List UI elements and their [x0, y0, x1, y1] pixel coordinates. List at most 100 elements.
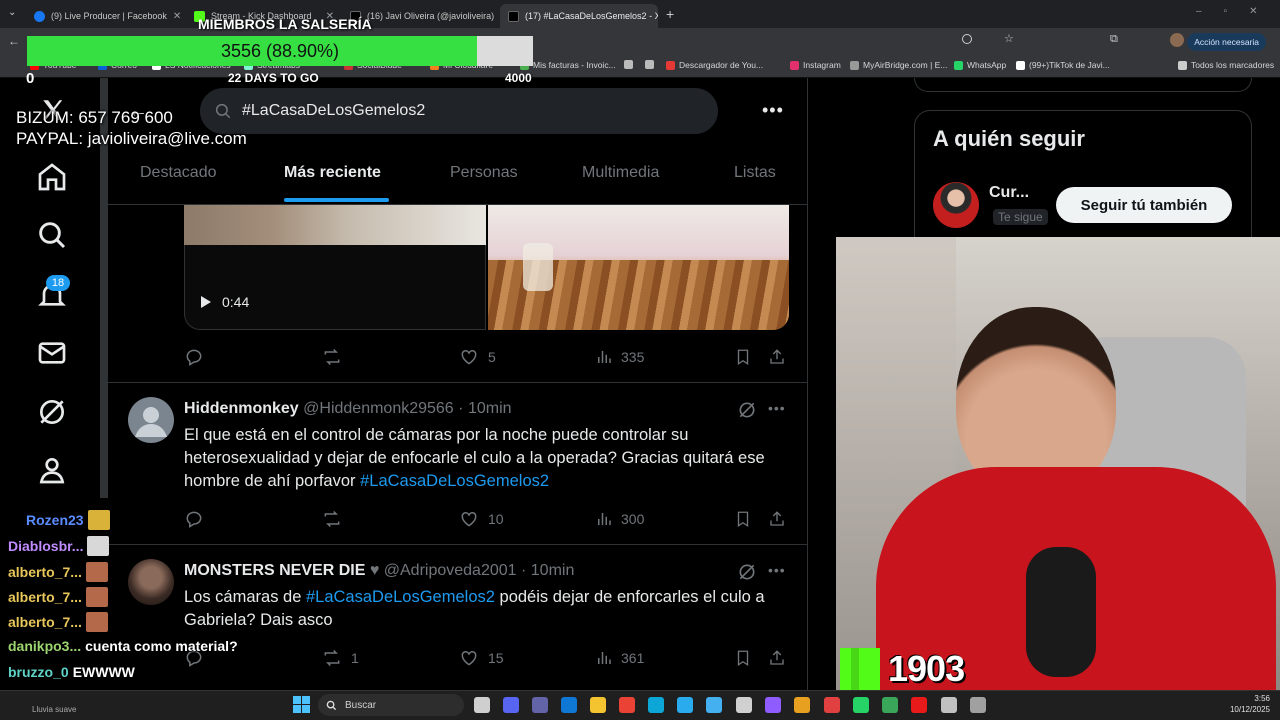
chat-username[interactable]: alberto_7... — [8, 614, 82, 630]
telegram-icon[interactable] — [677, 697, 693, 713]
hashtag-link[interactable]: #LaCasaDeLosGemelos2 — [360, 472, 549, 490]
chat-username[interactable]: bruzzo_0 — [8, 664, 69, 680]
chat-username[interactable]: alberto_7... — [8, 589, 82, 605]
tab-destacado[interactable]: Destacado — [140, 164, 217, 182]
app-icon[interactable] — [794, 697, 810, 713]
bookmark-item[interactable]: (99+)TikTok de Javi... — [1016, 60, 1110, 70]
repost-button[interactable] — [321, 347, 343, 367]
app-icon[interactable] — [706, 697, 722, 713]
obs-icon[interactable] — [736, 697, 752, 713]
bookmark-item[interactable] — [624, 60, 633, 69]
browser-tab-x-search[interactable]: (17) #LaCasaDeLosGemelos2 - X ✕ — [500, 4, 658, 28]
chat-username[interactable]: Diablosbr... — [8, 538, 83, 554]
more-options-icon[interactable]: ••• — [762, 100, 784, 121]
bookmark-item[interactable]: Descargador de You... — [666, 60, 763, 70]
repost-button[interactable] — [321, 509, 343, 529]
chat-username[interactable]: danikpo3... — [8, 638, 81, 654]
new-tab-button[interactable]: + — [666, 6, 674, 22]
explore-search-icon[interactable] — [36, 219, 68, 251]
views-button[interactable]: 361 — [595, 648, 644, 668]
app-icon[interactable] — [970, 697, 986, 713]
file-explorer-icon[interactable] — [590, 697, 606, 713]
bookmark-favicon-icon — [645, 60, 654, 69]
tab-search-button[interactable]: ⌄ — [8, 7, 22, 21]
action-needed-button[interactable]: Acción necesaria — [1187, 33, 1266, 51]
post-more-icon[interactable]: ••• — [768, 562, 786, 578]
browser-tab-facebook[interactable]: (9) Live Producer | Facebook ✕ — [26, 4, 186, 28]
avatar[interactable] — [128, 397, 174, 443]
post-time[interactable]: 10min — [531, 562, 575, 579]
app-icon[interactable] — [824, 697, 840, 713]
grok-icon[interactable] — [737, 562, 757, 582]
tab-mas-reciente[interactable]: Más reciente — [284, 164, 381, 182]
bookmark-item[interactable]: Mis facturas - Invoic... — [520, 60, 616, 70]
search-icon — [215, 103, 231, 119]
windows-start-icon[interactable] — [293, 696, 310, 713]
post-time[interactable]: 10min — [468, 400, 512, 417]
like-button[interactable]: 15 — [458, 648, 504, 668]
post-more-icon[interactable]: ••• — [768, 400, 786, 416]
acrobat-icon[interactable] — [911, 697, 927, 713]
share-button[interactable] — [768, 347, 786, 367]
bookmark-item[interactable]: Instagram — [790, 60, 841, 70]
taskbar-search[interactable]: Buscar — [318, 694, 464, 716]
star-icon[interactable]: ☆ — [1004, 32, 1014, 45]
heart-icon: ♥ — [369, 562, 380, 579]
author-handle[interactable]: @Hiddenmonk29566 — [303, 400, 454, 417]
views-button[interactable]: 300 — [595, 509, 644, 529]
zoom-icon[interactable] — [962, 34, 972, 44]
system-clock[interactable]: 3:56 10/12/2025 — [1230, 693, 1270, 715]
chat-message: alberto_7... — [8, 612, 108, 632]
discord-icon[interactable] — [503, 697, 519, 713]
video-duration[interactable]: 0:44 — [200, 294, 249, 310]
chat-username[interactable]: Rozen23 — [26, 512, 84, 528]
bookmark-button[interactable] — [734, 648, 752, 668]
bookmark-button[interactable] — [734, 509, 752, 529]
tab-listas[interactable]: Listas — [734, 164, 776, 182]
grok-icon[interactable] — [737, 400, 757, 420]
avatar[interactable] — [933, 182, 979, 228]
author-name[interactable]: Hiddenmonkey — [184, 400, 299, 417]
bookmark-item[interactable]: MyAirBridge.com | E... — [850, 60, 947, 70]
views-button[interactable]: 335 — [595, 347, 644, 367]
like-button[interactable]: 10 — [458, 509, 504, 529]
search-input[interactable]: #LaCasaDeLosGemelos2 — [200, 88, 718, 134]
bookmark-item[interactable]: Todos los marcadores — [1178, 60, 1274, 70]
chat-username[interactable]: alberto_7... — [8, 564, 82, 580]
chat-message: danikpo3... cuenta como material? — [8, 638, 238, 654]
share-button[interactable] — [768, 509, 786, 529]
tab-personas[interactable]: Personas — [450, 164, 518, 182]
author-handle[interactable]: @Adripoveda2001 — [384, 562, 517, 579]
profile-icon[interactable] — [36, 454, 68, 486]
bookmark-favicon-icon — [954, 60, 963, 70]
repost-button[interactable]: 1 — [321, 648, 359, 668]
reply-button[interactable] — [184, 347, 204, 367]
outlook-icon[interactable] — [561, 697, 577, 713]
bookmark-button[interactable] — [734, 347, 752, 367]
app-icon[interactable] — [941, 697, 957, 713]
extensions-icon[interactable]: ⧉ — [1110, 33, 1118, 46]
bookmark-item[interactable]: WhatsApp — [954, 60, 1006, 70]
share-button[interactable] — [768, 648, 786, 668]
app-icon[interactable] — [882, 697, 898, 713]
whatsapp-icon[interactable] — [853, 697, 869, 713]
app-icon[interactable] — [765, 697, 781, 713]
home-icon[interactable] — [36, 161, 68, 193]
profile-avatar[interactable] — [1170, 33, 1184, 47]
grok-icon[interactable] — [36, 396, 68, 428]
edge-icon[interactable] — [648, 697, 664, 713]
back-arrow-icon[interactable]: ← — [8, 34, 20, 48]
suggestion-name[interactable]: Cur... — [989, 184, 1029, 202]
chrome-icon[interactable] — [619, 697, 635, 713]
mail-icon[interactable] — [36, 337, 68, 369]
bookmark-item[interactable] — [645, 60, 654, 69]
teams-icon[interactable] — [532, 697, 548, 713]
window-controls[interactable]: –▫✕ — [1196, 6, 1280, 17]
media-image[interactable] — [488, 205, 789, 330]
hashtag-link[interactable]: #LaCasaDeLosGemelos2 — [306, 588, 495, 606]
like-button[interactable]: 5 — [458, 347, 496, 367]
close-icon[interactable]: ✕ — [173, 11, 181, 22]
follow-back-button[interactable]: Seguir tú también — [1056, 187, 1232, 223]
tab-multimedia[interactable]: Multimedia — [582, 164, 659, 182]
task-view-icon[interactable] — [474, 697, 490, 713]
